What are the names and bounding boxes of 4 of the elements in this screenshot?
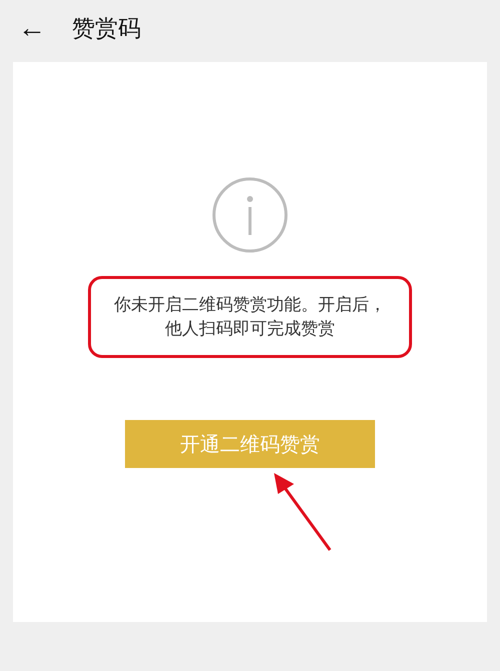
notice-text: 你未开启二维码赞赏功能。开启后，他人扫码即可完成赞赏 xyxy=(113,294,387,341)
page-title: 赞赏码 xyxy=(72,14,141,44)
back-button[interactable]: ← xyxy=(18,14,46,42)
info-icon xyxy=(211,176,289,254)
